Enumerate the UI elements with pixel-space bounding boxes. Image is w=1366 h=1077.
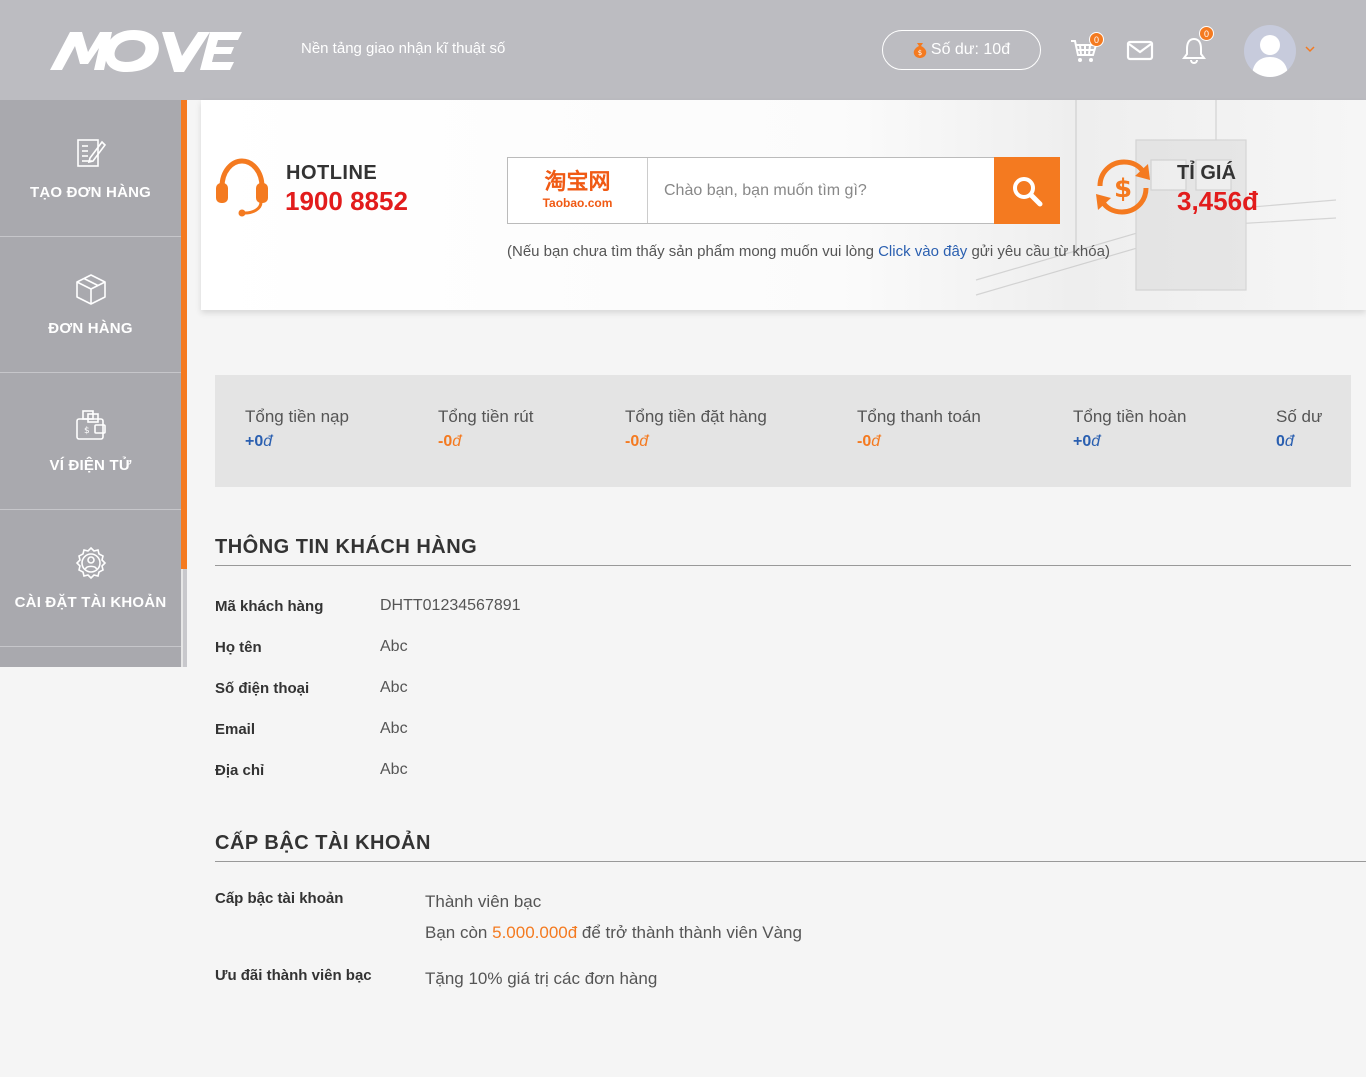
summary-value: -0đ [857, 433, 881, 450]
summary-value: -0đ [625, 433, 649, 450]
exchange-rate-icon: $ [1096, 159, 1150, 215]
summary-label: Tổng tiền đặt hàng [625, 407, 767, 426]
full-name-value: Abc [380, 638, 408, 655]
address-value: Abc [380, 761, 408, 778]
full-name-label: Họ tên [215, 639, 262, 656]
summary-value: +0đ [1073, 433, 1101, 450]
divider [215, 565, 1351, 566]
balance-button[interactable]: $ Số dư: 10đ [882, 30, 1041, 70]
tier-perk-label: Ưu đãi thành viên bạc [215, 967, 372, 984]
summary-item-deposit: Tổng tiền nạp +0đ [245, 407, 349, 451]
summary-value: +0đ [245, 433, 273, 450]
customer-id-value: DHTT01234567891 [380, 597, 521, 614]
move-logo[interactable] [50, 28, 242, 74]
summary-item-withdraw: Tổng tiền rút -0đ [438, 407, 533, 451]
tier-level-label: Cấp bậc tài khoản [215, 890, 344, 907]
svg-text:$: $ [1114, 174, 1132, 204]
wallet-icon: $ [75, 409, 106, 440]
tier-upgrade-note: Bạn còn 5.000.000đ để trở thành thành vi… [425, 923, 802, 942]
summary-label: Tổng tiền rút [438, 407, 534, 426]
sidebar-item-label: TẠO ĐƠN HÀNG [29, 183, 152, 201]
notification-badge: 0 [1199, 26, 1214, 41]
summary-item-payments: Tổng thanh toán -0đ [857, 407, 981, 451]
search-button[interactable] [994, 157, 1060, 224]
hotline-number[interactable]: 1900 8852 [285, 186, 408, 217]
tier-perk-value: Tặng 10% giá trị các đơn hàng [425, 969, 658, 988]
taobao-logo-cn: 淘宝网 [544, 169, 611, 195]
account-tier-title: CẤP BẬC TÀI KHOẢN [215, 832, 431, 854]
sidebar-item-account-settings[interactable]: CÀI ĐẶT TÀI KHOẢN [0, 510, 181, 647]
sidebar-scrollbar-thumb[interactable] [181, 100, 187, 569]
upgrade-amount: 5.000.000đ [492, 923, 578, 942]
wallet-summary: Tổng tiền nạp +0đ Tổng tiền rút -0đ Tổng… [215, 375, 1351, 487]
phone-value: Abc [380, 679, 408, 696]
cart-badge: 0 [1089, 32, 1104, 47]
mail-icon[interactable] [1126, 36, 1154, 64]
exchange-rate-value: 3,456đ [1177, 186, 1258, 216]
tagline: Nền tảng giao nhận kĩ thuật số [301, 40, 506, 57]
sidebar-item-label: CÀI ĐẶT TÀI KHOẢN [14, 593, 167, 611]
top-bar: Nền tảng giao nhận kĩ thuật số $ Số dư: … [0, 0, 1366, 100]
summary-label: Tổng thanh toán [857, 407, 981, 426]
sidebar-item-create-order[interactable]: TẠO ĐƠN HÀNG [0, 100, 181, 237]
sidebar-item-label: ĐƠN HÀNG [48, 319, 133, 337]
summary-label: Tổng tiền hoàn [1073, 407, 1187, 426]
tier-level-value: Thành viên bạc [425, 892, 542, 911]
sidebar-item-orders[interactable]: ĐƠN HÀNG [0, 236, 181, 373]
taobao-logo[interactable]: 淘宝网 Taobao.com [508, 158, 648, 223]
summary-value: -0đ [438, 433, 462, 450]
box-icon [75, 273, 106, 305]
email-label: Email [215, 721, 256, 738]
hotline-title: HOTLINE [286, 162, 378, 184]
sidebar-item-wallet[interactable]: $ VÍ ĐIỆN TỬ [0, 373, 181, 510]
email-value: Abc [380, 720, 408, 737]
customer-id-label: Mã khách hàng [215, 598, 324, 615]
customer-info-title: THÔNG TIN KHÁCH HÀNG [215, 536, 478, 558]
summary-item-orders: Tổng tiền đặt hàng -0đ [625, 407, 767, 451]
hero-banner: HOTLINE 1900 8852 淘宝网 Taobao.com (Nếu bạ… [201, 100, 1366, 310]
sidebar-item-label: VÍ ĐIỆN TỬ [49, 456, 132, 474]
search-note: (Nếu bạn chưa tìm thấy sản phẩm mong muố… [507, 243, 1110, 260]
request-keyword-link[interactable]: Click vào đây [878, 243, 967, 260]
taobao-logo-en: Taobao.com [542, 195, 613, 210]
divider [215, 861, 1366, 862]
sidebar-scrollbar-track[interactable] [181, 569, 187, 667]
summary-item-refunds: Tổng tiền hoàn +0đ [1073, 407, 1186, 451]
search-input[interactable] [649, 158, 995, 223]
search-note-suffix: gửi yêu cầu từ khóa) [967, 243, 1110, 260]
chevron-down-icon[interactable] [1304, 44, 1316, 54]
summary-value: 0đ [1276, 433, 1294, 450]
user-icon [1252, 35, 1288, 77]
search-box: 淘宝网 Taobao.com [507, 157, 1060, 224]
search-note-prefix: (Nếu bạn chưa tìm thấy sản phẩm mong muố… [507, 243, 879, 260]
svg-text:$: $ [918, 49, 922, 57]
phone-label: Số điện thoại [215, 680, 310, 697]
summary-label: Tổng tiền nạp [245, 407, 349, 426]
exchange-rate-title: TỈ GIÁ [1177, 162, 1236, 184]
account-settings-icon [75, 546, 106, 579]
money-bag-icon: $ [913, 43, 927, 58]
summary-item-balance: Số dư 0đ [1276, 407, 1322, 451]
search-icon [1013, 176, 1043, 206]
summary-label: Số dư [1276, 407, 1323, 426]
headset-icon [216, 158, 268, 217]
avatar[interactable] [1244, 25, 1296, 77]
edit-order-icon [76, 138, 106, 167]
address-label: Địa chỉ [215, 762, 265, 779]
balance-label: Số dư: 10đ [930, 41, 1011, 58]
svg-text:$: $ [84, 426, 90, 436]
